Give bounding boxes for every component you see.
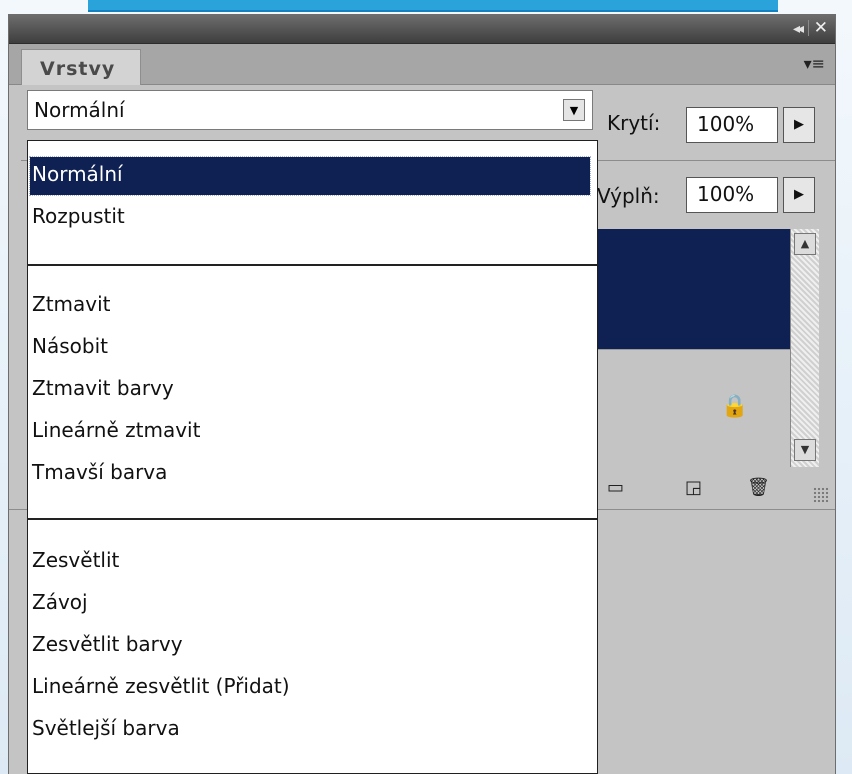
layers-bottom-toolbar: ▭ ◲ 🗑 [597, 467, 835, 509]
top-accent-bar [88, 0, 778, 12]
fill-slider-button[interactable]: ▶ [783, 177, 815, 213]
opacity-slider-button[interactable]: ▶ [783, 107, 815, 143]
panel-titlebar: ◂◂ ✕ [9, 15, 835, 44]
lock-icon: 🔒 [721, 394, 749, 419]
blend-option[interactable]: Ztmavit barvy [30, 371, 590, 409]
fill-input[interactable]: 100% [686, 177, 778, 213]
blend-option[interactable]: Lineárně ztmavit [30, 413, 590, 451]
blend-mode-select[interactable]: Normální ▼ [27, 90, 593, 130]
panel-menu-icon[interactable]: ▾≡ [804, 54, 825, 73]
new-layer-icon[interactable]: ◲ [685, 477, 702, 498]
collapse-icon[interactable]: ◂◂ [793, 21, 804, 37]
blend-option[interactable]: Rozpustit [30, 199, 590, 237]
blend-option[interactable]: Světlejší barva [30, 711, 590, 749]
tab-layers[interactable]: Vrstvy [21, 49, 141, 85]
option-separator [28, 264, 597, 266]
opacity-input[interactable]: 100% [686, 107, 778, 143]
titlebar-separator [808, 20, 809, 36]
blend-option[interactable]: Lineárně zesvětlit (Přidat) [30, 669, 590, 707]
option-separator [28, 518, 597, 520]
tab-strip: Vrstvy ▾≡ [9, 44, 835, 85]
scroll-up-arrow[interactable]: ▲ [794, 233, 816, 255]
blend-option[interactable]: Násobit [30, 329, 590, 367]
scroll-down-arrow[interactable]: ▼ [794, 439, 816, 461]
blend-option[interactable]: Zesvětlit [30, 543, 590, 581]
opacity-label: Krytí: [607, 111, 661, 135]
blend-option[interactable]: Závoj [30, 585, 590, 623]
blend-option[interactable]: Zesvětlit barvy [30, 627, 590, 665]
layers-scrollbar[interactable]: ▲ ▼ [790, 229, 819, 467]
close-icon[interactable]: ✕ [814, 18, 828, 38]
folder-icon[interactable]: ▭ [607, 477, 624, 498]
blend-mode-dropdown-list: Normální Rozpustit Ztmavit Násobit Ztmav… [27, 140, 598, 774]
blend-mode-value: Normální [34, 98, 125, 122]
blend-option[interactable]: Ztmavit [30, 287, 590, 325]
layer-row-selected[interactable] [597, 229, 790, 349]
blend-option[interactable]: Normální [29, 156, 591, 196]
chevron-down-icon[interactable]: ▼ [563, 99, 585, 121]
trash-icon[interactable]: 🗑 [747, 477, 770, 498]
resize-grip-icon[interactable] [813, 487, 829, 503]
fill-label: Výplň: [597, 184, 660, 208]
layer-row[interactable]: 🔒 [597, 349, 790, 468]
blend-option[interactable]: Tmavší barva [30, 455, 590, 493]
